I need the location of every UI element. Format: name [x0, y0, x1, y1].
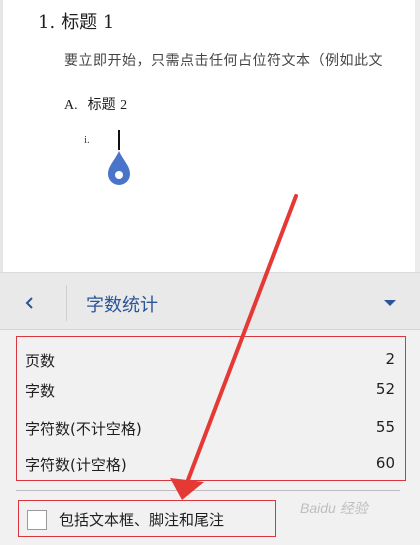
- heading-1[interactable]: 1. 标题 1: [38, 8, 114, 34]
- panel-menu-button[interactable]: [374, 289, 406, 317]
- text-cursor: [118, 130, 120, 150]
- include-textboxes-option[interactable]: 包括文本框、脚注和尾注: [18, 500, 276, 537]
- stat-label: 字符数(不计空格): [25, 420, 142, 438]
- heading-2-text: 标题: [87, 97, 116, 113]
- stat-value: 55: [375, 418, 395, 436]
- document-area[interactable]: 1. 标题 1 要立即开始，只需点击任何占位符文本（例如此文 A. 标题 2 i.: [0, 0, 420, 272]
- stat-row-pages: 页数 2: [25, 347, 395, 373]
- heading-2[interactable]: A. 标题 2: [64, 94, 127, 114]
- stats-list: 页数 2 字数 52 字符数(不计空格) 55 字符数(计空格) 60: [16, 336, 406, 481]
- stat-label: 页数: [25, 352, 56, 370]
- watermark: Baidu 经验: [300, 500, 368, 516]
- panel-header: 字数统计: [0, 272, 420, 330]
- include-textboxes-label: 包括文本框、脚注和尾注: [59, 511, 225, 529]
- document-scrollbar[interactable]: [415, 0, 420, 272]
- caret-down-icon: [384, 300, 396, 306]
- panel-title: 字数统计: [86, 295, 158, 316]
- header-divider: [66, 285, 67, 321]
- stat-value: 2: [385, 350, 395, 368]
- stat-row-words: 字数 52: [25, 377, 395, 403]
- stat-label: 字数: [25, 382, 56, 400]
- heading-3-marker: i.: [84, 134, 90, 146]
- heading-1-text: 标题: [61, 12, 98, 33]
- stat-row-chars-no-spaces: 字符数(不计空格) 55: [25, 415, 395, 441]
- include-textboxes-checkbox[interactable]: [27, 510, 47, 530]
- stat-row-chars-with-spaces: 字符数(计空格) 60: [25, 451, 395, 477]
- chevron-left-icon: [25, 297, 33, 309]
- heading-2-marker: A.: [64, 98, 78, 113]
- divider: [16, 490, 400, 491]
- heading-1-suffix: 1: [102, 12, 115, 33]
- heading-2-suffix: 2: [120, 98, 128, 113]
- stat-value: 52: [375, 380, 395, 398]
- heading-1-number: 1.: [38, 12, 56, 33]
- stat-label: 字符数(计空格): [25, 456, 127, 474]
- back-button[interactable]: [8, 281, 52, 325]
- stat-value: 60: [375, 454, 395, 472]
- document-left-edge: [0, 0, 3, 272]
- cursor-handle-icon[interactable]: [107, 150, 131, 186]
- placeholder-paragraph[interactable]: 要立即开始，只需点击任何占位符文本（例如此文: [64, 50, 383, 70]
